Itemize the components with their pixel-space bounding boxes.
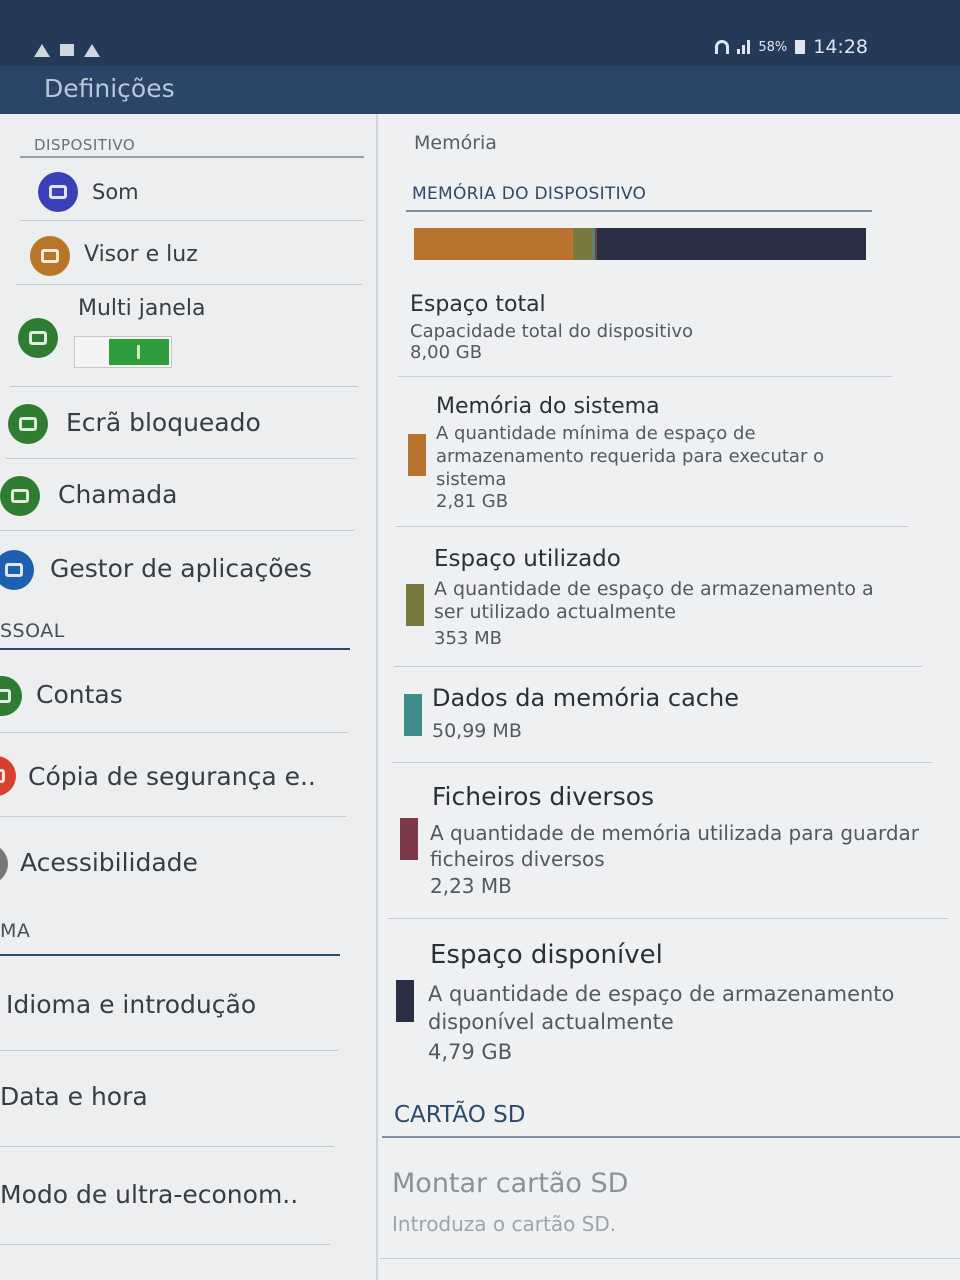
system-memory-desc: A quantidade mínima de espaço de armazen… — [436, 423, 825, 490]
used-space-desc: A quantidade de espaço de armazenamento … — [434, 578, 874, 623]
notification-icons — [34, 44, 100, 57]
section-header-device-memory: MEMÓRIA DO DISPOSITIVO — [412, 184, 647, 204]
accessibility-icon — [0, 844, 8, 884]
system-memory-value: 2,81 GB — [436, 491, 509, 512]
backup-icon — [0, 756, 16, 796]
divider — [396, 526, 908, 527]
cache-data-swatch — [404, 694, 422, 736]
warning-icon — [34, 44, 50, 57]
alert-icon — [84, 44, 100, 57]
cache-data-title: Dados da memória cache — [432, 684, 739, 712]
section-header-pessoal: SSOAL — [0, 620, 65, 642]
mount-sd-card-button[interactable]: Montar cartão SD — [392, 1168, 628, 1199]
sidebar-item-copia-de-seguranca[interactable]: Cópia de segurança e.. — [28, 762, 316, 791]
divider — [16, 284, 362, 285]
multi-window-icon — [18, 318, 58, 358]
panel-title: Memória — [414, 132, 497, 154]
clock: 14:28 — [813, 36, 868, 58]
section-divider — [0, 954, 340, 956]
divider — [380, 1258, 960, 1259]
phone-icon — [0, 476, 40, 516]
page-title: Definições — [44, 74, 175, 103]
sidebar-item-modo-ultra-economia[interactable]: Modo de ultra-econom.. — [0, 1180, 298, 1209]
divider — [6, 458, 356, 459]
sidebar-item-idioma-e-introducao[interactable]: Idioma e introdução — [6, 990, 256, 1019]
divider — [10, 386, 358, 387]
sidebar-item-visor-e-luz[interactable]: Visor e luz — [84, 242, 198, 267]
wifi-icon — [715, 40, 730, 54]
section-divider — [0, 648, 350, 650]
available-space-desc: A quantidade de espaço de armazenamento … — [428, 982, 895, 1034]
misc-files-title: Ficheiros diversos — [432, 782, 655, 811]
used-space-title: Espaço utilizado — [434, 546, 621, 572]
system-memory-swatch — [408, 434, 426, 476]
status-bar: 58% 14:28 — [0, 0, 960, 66]
lock-screen-icon — [8, 404, 48, 444]
available-space-swatch — [396, 980, 414, 1022]
sidebar-item-chamada[interactable]: Chamada — [58, 480, 177, 509]
apps-grid-icon — [0, 550, 34, 590]
notification-icon — [60, 44, 74, 56]
total-space-value: 8,00 GB — [410, 342, 483, 363]
divider — [0, 1244, 330, 1245]
memory-panel: Memória MEMÓRIA DO DISPOSITIVO Espaço to… — [378, 114, 960, 1280]
sidebar-item-contas[interactable]: Contas — [36, 680, 123, 709]
sidebar-item-acessibilidade[interactable]: Acessibilidade — [20, 848, 198, 877]
section-divider — [382, 1136, 960, 1138]
used-space-value: 353 MB — [434, 628, 502, 649]
multi-window-toggle[interactable] — [74, 336, 172, 368]
volume-icon — [38, 172, 78, 212]
section-divider — [20, 156, 364, 158]
section-header-sd-card: CARTÃO SD — [394, 1102, 526, 1128]
usage-segment-4 — [596, 228, 866, 260]
misc-files-desc: A quantidade de memória utilizada para g… — [430, 821, 920, 871]
memory-usage-bar — [414, 228, 866, 260]
divider — [398, 376, 892, 377]
cache-data-value: 50,99 MB — [432, 720, 522, 742]
section-header-sistema: MA — [0, 920, 31, 942]
divider — [392, 762, 932, 763]
screen: 58% 14:28 Definições DISPOSITIVO Som Vis… — [0, 0, 960, 1280]
divider — [394, 666, 922, 667]
sidebar-item-gestor-de-aplicacoes[interactable]: Gestor de aplicações — [50, 554, 312, 583]
accounts-icon — [0, 676, 22, 716]
status-indicators: 58% 14:28 — [715, 36, 868, 58]
used-space-swatch — [406, 584, 424, 626]
available-space-value: 4,79 GB — [428, 1040, 513, 1064]
system-memory-title: Memória do sistema — [436, 394, 660, 419]
misc-files-swatch — [400, 818, 418, 860]
divider — [20, 220, 364, 221]
sidebar-item-multi-janela[interactable]: Multi janela — [78, 296, 205, 321]
settings-list[interactable]: DISPOSITIVO Som Visor e luz Multi janela… — [0, 114, 378, 1280]
divider — [0, 1050, 338, 1051]
sidebar-item-ecra-bloqueado[interactable]: Ecrã bloqueado — [66, 408, 261, 437]
divider — [0, 816, 346, 817]
misc-files-value: 2,23 MB — [430, 874, 512, 898]
usage-segment-0 — [414, 228, 573, 260]
mount-sd-card-desc: Introduza o cartão SD. — [392, 1212, 617, 1236]
signal-icon — [737, 40, 751, 54]
action-bar: Definições — [0, 66, 960, 114]
total-space-title: Espaço total — [410, 292, 546, 317]
section-divider — [406, 210, 872, 212]
battery-icon — [795, 40, 806, 54]
display-icon — [30, 236, 70, 276]
divider — [0, 732, 348, 733]
available-space-title: Espaço disponível — [430, 940, 663, 970]
sidebar-item-data-e-hora[interactable]: Data e hora — [0, 1082, 148, 1111]
divider — [388, 918, 948, 919]
divider — [0, 530, 354, 531]
divider — [0, 1146, 334, 1147]
total-space-desc: Capacidade total do dispositivo — [410, 321, 694, 342]
sidebar-item-som[interactable]: Som — [92, 180, 139, 204]
usage-segment-1 — [572, 228, 593, 260]
section-header-device: DISPOSITIVO — [34, 136, 136, 154]
battery-level: 58% — [758, 39, 788, 55]
